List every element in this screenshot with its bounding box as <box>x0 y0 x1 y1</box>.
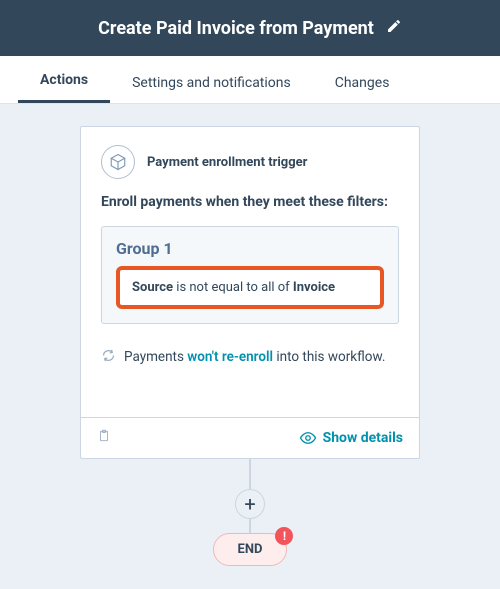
reenroll-link[interactable]: won't re-enroll <box>187 349 273 365</box>
reenroll-text: Payments won't re-enroll into this workf… <box>124 349 385 365</box>
filter-operator: is not equal to all of <box>173 280 293 295</box>
refresh-icon <box>101 348 116 367</box>
reenroll-prefix: Payments <box>124 349 187 365</box>
trigger-description: Enroll payments when they meet these fil… <box>101 193 399 212</box>
reenroll-row: Payments won't re-enroll into this workf… <box>101 348 399 367</box>
page-header: Create Paid Invoice from Payment <box>0 0 500 56</box>
filter-value: Invoice <box>293 280 335 295</box>
flow-connector <box>249 519 251 533</box>
filter-group-title: Group 1 <box>116 239 384 258</box>
filter-condition-highlight: Source is not equal to all of Invoice <box>116 266 384 309</box>
filter-field: Source <box>132 280 173 295</box>
trigger-card[interactable]: Payment enrollment trigger Enroll paymen… <box>80 126 420 459</box>
eye-icon <box>299 429 317 447</box>
payment-cube-icon <box>101 145 135 179</box>
alert-badge-icon[interactable]: ! <box>275 527 293 545</box>
workflow-canvas: Payment enrollment trigger Enroll paymen… <box>0 104 500 566</box>
tab-settings[interactable]: Settings and notifications <box>110 75 313 103</box>
trigger-card-footer: Show details <box>81 417 419 458</box>
trigger-title: Payment enrollment trigger <box>147 155 307 170</box>
show-details-button[interactable]: Show details <box>299 429 403 447</box>
filter-group: Group 1 Source is not equal to all of In… <box>101 226 399 324</box>
clipboard-icon[interactable] <box>97 428 111 448</box>
flow-connector <box>249 459 251 489</box>
add-step-button[interactable]: + <box>235 489 265 519</box>
trigger-header-row: Payment enrollment trigger <box>101 145 399 179</box>
reenroll-suffix: into this workflow. <box>273 349 385 365</box>
edit-title-icon[interactable] <box>386 18 402 38</box>
end-node[interactable]: END ! <box>213 533 288 566</box>
show-details-label: Show details <box>323 430 403 446</box>
tabs-bar: Actions Settings and notifications Chang… <box>0 56 500 104</box>
tab-changes[interactable]: Changes <box>313 75 412 103</box>
page-title: Create Paid Invoice from Payment <box>98 18 374 39</box>
trigger-card-body: Payment enrollment trigger Enroll paymen… <box>81 127 419 417</box>
tab-actions[interactable]: Actions <box>18 72 110 103</box>
